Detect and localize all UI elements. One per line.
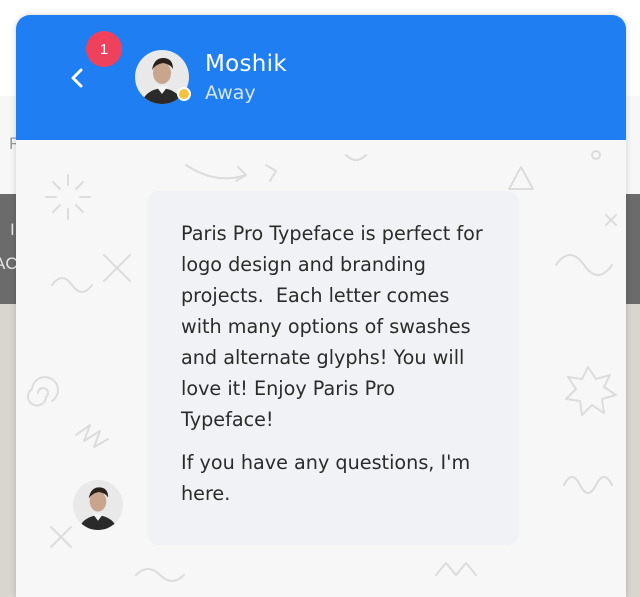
background-text-fragment: I (10, 220, 15, 239)
message-sender-avatar (73, 480, 123, 530)
away-status-dot (177, 87, 191, 101)
chevron-left-icon (71, 68, 83, 88)
message-paragraph: Paris Pro Typeface is perfect for logo d… (181, 222, 489, 431)
agent-name: Moshik (205, 51, 287, 77)
agent-status: Away (205, 82, 256, 104)
chat-header: 1 Moshik Away (16, 15, 626, 140)
message-bubble: Paris Pro Typeface is perfect for logo d… (147, 191, 519, 545)
chat-panel: 1 Moshik Away Paris Pro Typeface is perf… (16, 15, 626, 597)
background-text-fragment: AC (0, 254, 18, 273)
message-paragraph: If you have any questions, I'm here. (181, 451, 477, 505)
back-button[interactable] (62, 60, 94, 96)
unread-badge: 1 (86, 31, 122, 67)
